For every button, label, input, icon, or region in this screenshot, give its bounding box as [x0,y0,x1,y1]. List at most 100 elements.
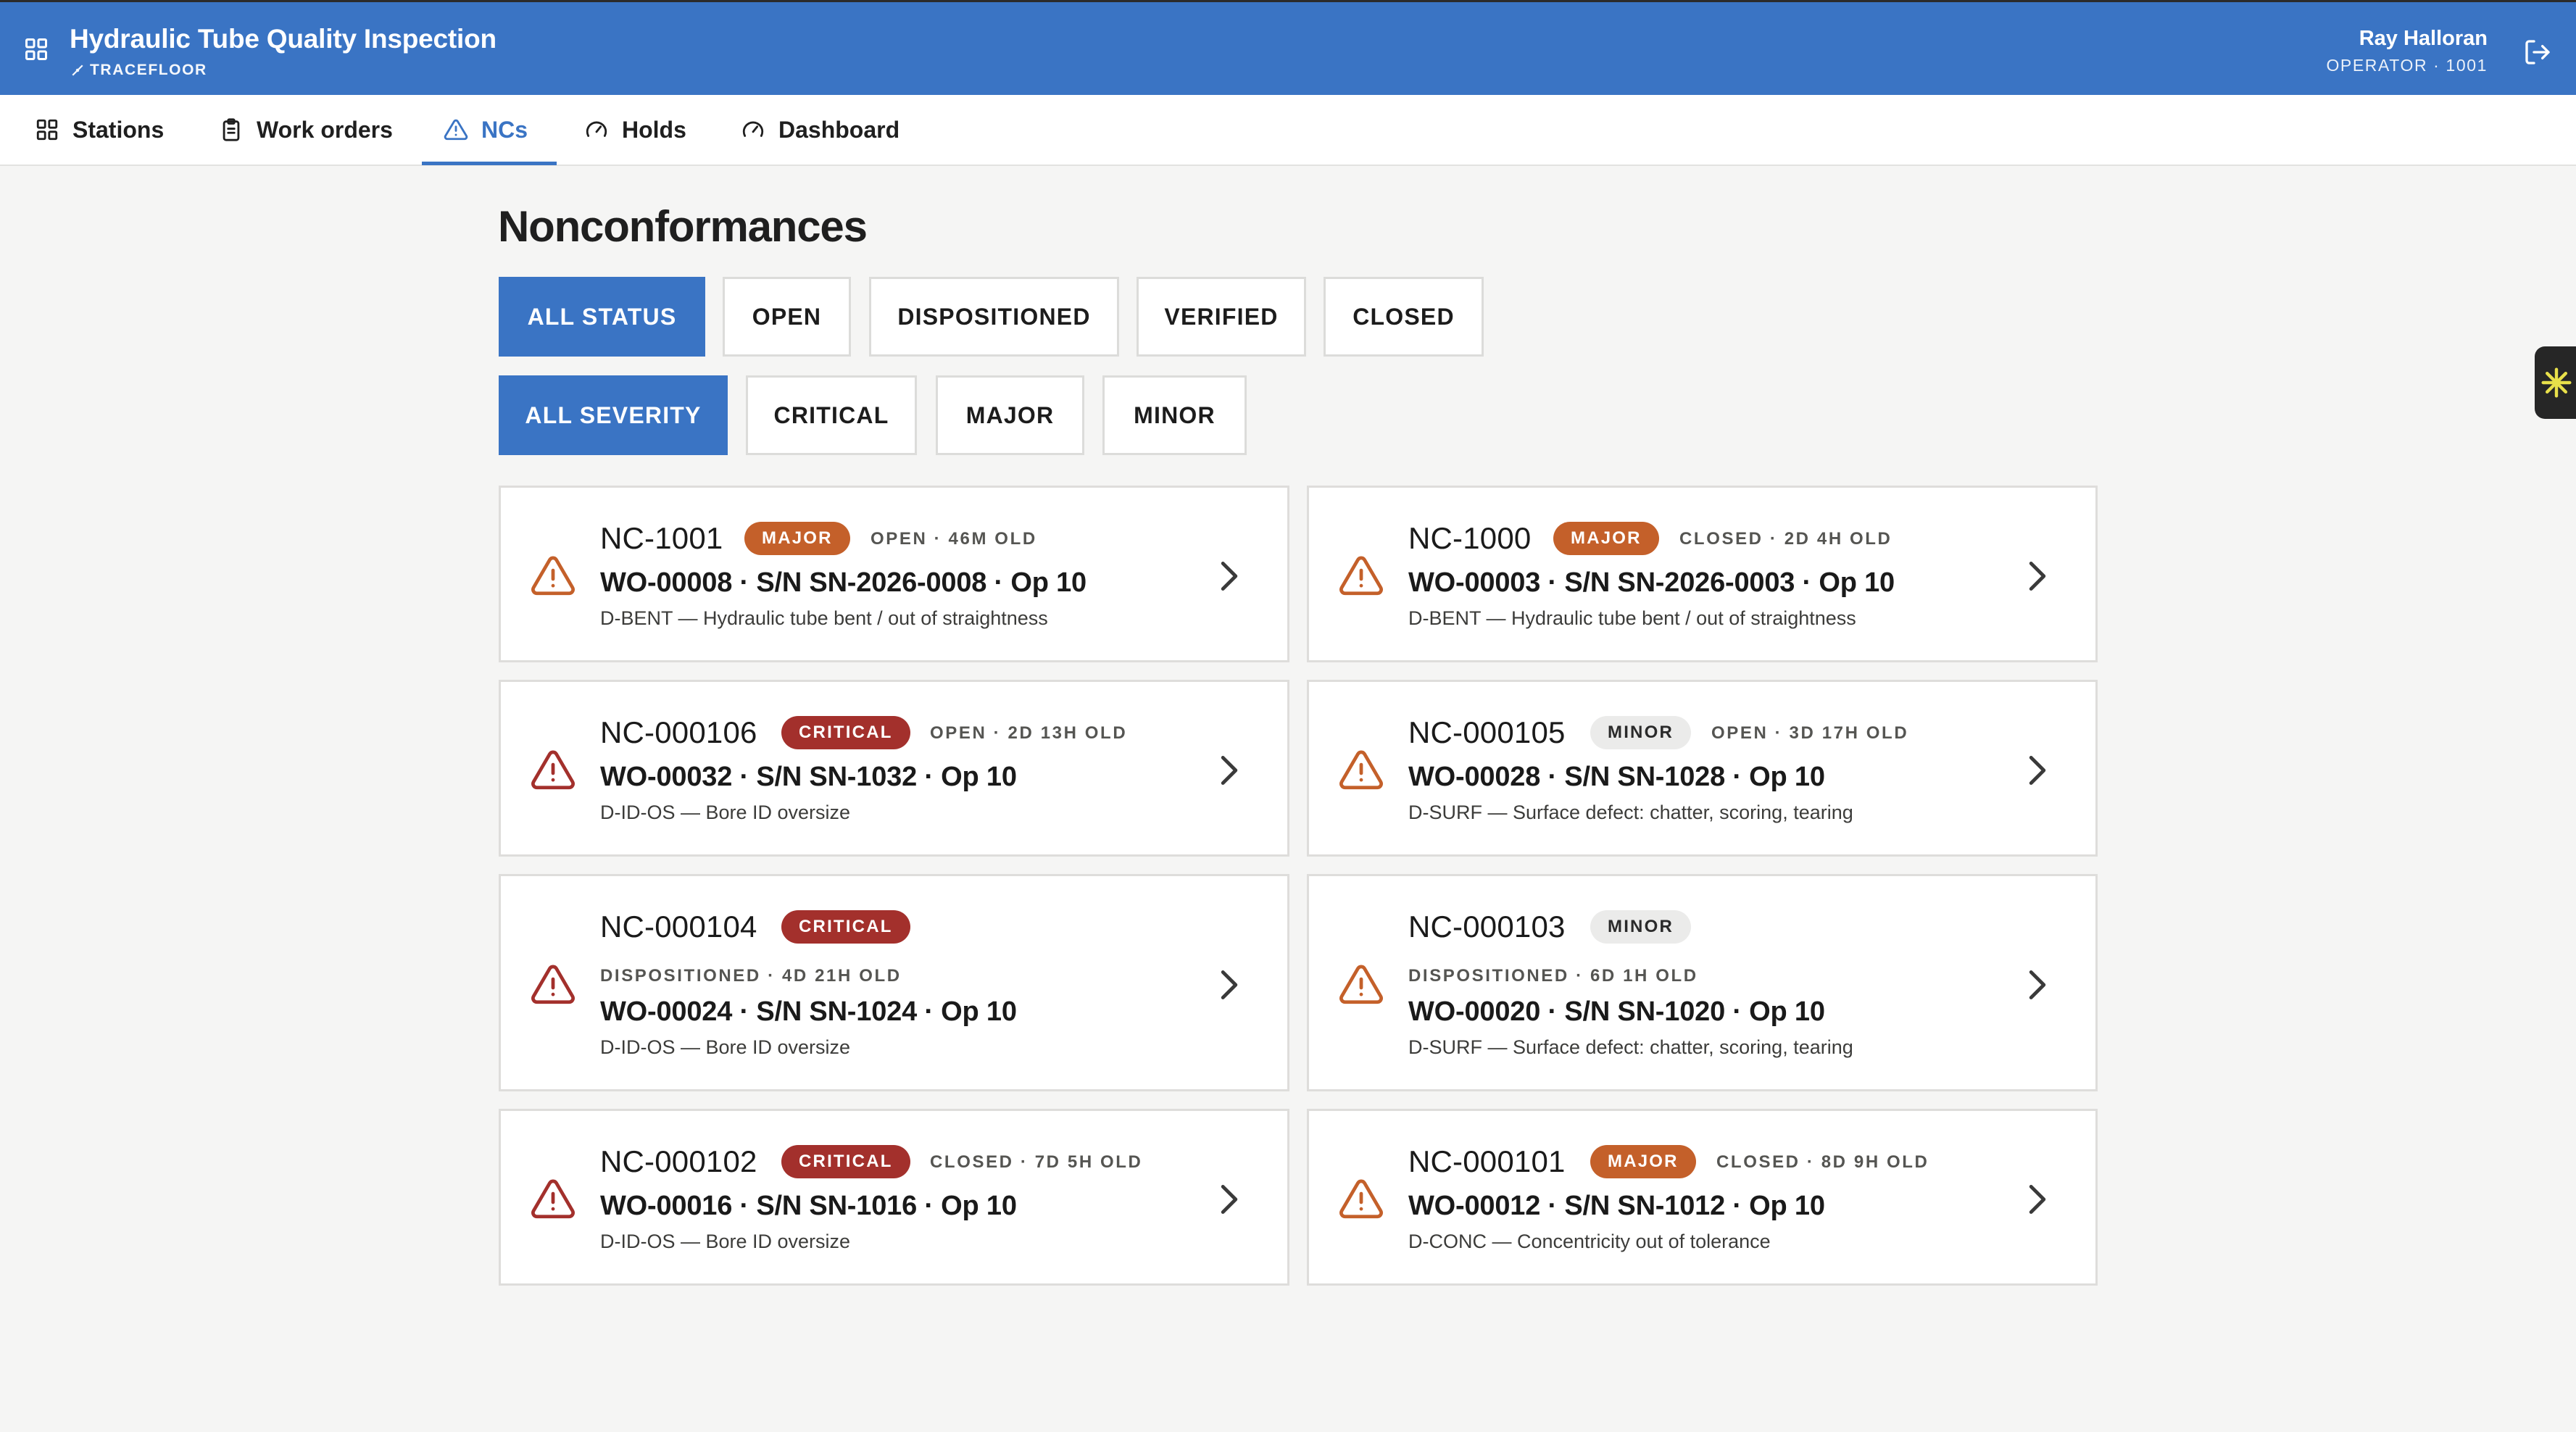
nc-defect: D-CONC — Concentricity out of tolerance [1408,1231,1771,1252]
gauge-icon [742,121,764,137]
apps-grid-icon[interactable] [23,36,49,62]
warning-icon [531,965,575,1004]
nc-id: NC-000106 [600,715,757,749]
severity-badge: MAJOR [1553,522,1659,555]
nc-status: CLOSED · 7D 5H OLD [930,1152,1143,1172]
app-header: Hydraulic Tube Quality Inspection TRACEF… [0,0,2576,95]
warning-icon [444,119,468,141]
chevron-right-icon [2029,561,2046,591]
nc-defect: D-ID-OS — Bore ID oversize [600,802,851,823]
filter-severity-major[interactable]: MAJOR [936,375,1084,455]
filter-severity-minor[interactable]: MINOR [1102,375,1247,455]
chevron-right-icon [1221,755,1238,786]
nc-card[interactable]: NC-000106 CRITICAL OPEN · 2D 13H OLD WO-… [499,680,1289,857]
severity-badge: CRITICAL [781,716,910,749]
warning-icon [1339,1179,1383,1219]
warning-icon [531,556,575,596]
gauge-icon [586,121,607,137]
nc-id: NC-000101 [1408,1144,1566,1178]
app-subtitle-text: TRACEFLOOR [90,62,207,78]
user-name: Ray Halloran [2359,27,2488,50]
tab-ncs[interactable]: NCs [444,95,528,165]
nc-work-order: WO-00008 · S/N SN-2026-0008 · Op 10 [600,567,1087,598]
tab-label: Dashboard [778,116,900,143]
nc-work-order: WO-00032 · S/N SN-1032 · Op 10 [600,762,1017,792]
tab-work-orders[interactable]: Work orders [219,95,393,165]
tab-label: Work orders [257,116,393,143]
nc-id: NC-1000 [1408,521,1532,555]
nc-defect: D-SURF — Surface defect: chatter, scorin… [1408,1036,1853,1058]
filter-status-verified[interactable]: VERIFIED [1137,277,1306,357]
nc-card[interactable]: NC-000105 MINOR OPEN · 3D 17H OLD WO-000… [1307,680,2098,857]
chevron-right-icon [1221,561,1238,591]
logout-icon[interactable] [2523,38,2552,67]
tab-dashboard[interactable]: Dashboard [741,95,899,165]
warning-icon [531,1179,575,1219]
user-role: OPERATOR · 1001 [2326,56,2488,75]
nc-work-order: WO-00016 · S/N SN-1016 · Op 10 [600,1191,1017,1221]
clipboard-icon [223,118,240,141]
nc-defect: D-BENT — Hydraulic tube bent / out of st… [1408,607,1856,629]
nc-status: CLOSED · 8D 9H OLD [1716,1152,1929,1172]
filter-severity-critical[interactable]: CRITICAL [746,375,917,455]
nc-card[interactable]: NC-1000 MAJOR CLOSED · 2D 4H OLD WO-0000… [1307,486,2098,662]
warning-icon [1339,556,1383,596]
nc-id: NC-000105 [1408,715,1566,749]
filter-status-closed[interactable]: CLOSED [1324,277,1484,357]
tab-stations[interactable]: Stations [35,95,164,165]
warning-icon [1339,750,1383,790]
severity-badge: CRITICAL [781,1145,910,1178]
severity-badge: MINOR [1590,716,1691,749]
nc-card[interactable]: NC-000103 MINOR DISPOSITIONED · 6D 1H OL… [1307,874,2098,1091]
nc-status: DISPOSITIONED · 6D 1H OLD [1408,966,1698,986]
nc-card[interactable]: NC-000102 CRITICAL CLOSED · 7D 5H OLD WO… [499,1109,1289,1286]
nc-id: NC-1001 [600,521,723,555]
sparkle-icon [2541,367,2572,398]
nc-card[interactable]: NC-000104 CRITICAL DISPOSITIONED · 4D 21… [499,874,1289,1091]
nav-tabs: Stations Work orders NCs Holds Dashboard [0,95,2576,166]
chevron-right-icon [1221,1184,1238,1215]
nc-status: OPEN · 46M OLD [871,529,1037,549]
app-title: Hydraulic Tube Quality Inspection [70,24,496,54]
severity-badge: MINOR [1590,910,1691,944]
tab-label: Holds [622,116,686,143]
severity-badge: CRITICAL [781,910,910,944]
grid-icon [36,119,58,141]
filter-status-open[interactable]: OPEN [723,277,851,357]
trace-icon [72,64,83,76]
app-subtitle: TRACEFLOOR [71,62,207,79]
warning-icon [531,750,575,790]
nc-work-order: WO-00012 · S/N SN-1012 · Op 10 [1408,1191,1825,1221]
filter-severity-all[interactable]: ALL SEVERITY [499,375,728,455]
nc-work-order: WO-00024 · S/N SN-1024 · Op 10 [600,996,1017,1027]
nc-work-order: WO-00003 · S/N SN-2026-0003 · Op 10 [1408,567,1895,598]
nc-defect: D-SURF — Surface defect: chatter, scorin… [1408,802,1853,823]
filter-status-dispositioned[interactable]: DISPOSITIONED [869,277,1119,357]
severity-badge: MAJOR [1590,1145,1696,1178]
assistant-widget-button[interactable] [2535,346,2576,419]
nc-defect: D-ID-OS — Bore ID oversize [600,1231,851,1252]
warning-icon [1339,965,1383,1004]
tab-label: Stations [72,116,165,143]
severity-badge: MAJOR [744,522,850,555]
nc-status: DISPOSITIONED · 4D 21H OLD [600,966,902,986]
nc-status: OPEN · 2D 13H OLD [930,723,1128,743]
nc-status: CLOSED · 2D 4H OLD [1679,529,1892,549]
chevron-right-icon [2029,970,2046,1000]
chevron-right-icon [2029,755,2046,786]
chevron-right-icon [1221,970,1238,1000]
chevron-right-icon [2029,1184,2046,1215]
tab-holds[interactable]: Holds [584,95,686,165]
nc-work-order: WO-00020 · S/N SN-1020 · Op 10 [1408,996,1825,1027]
nc-card[interactable]: NC-000101 MAJOR CLOSED · 8D 9H OLD WO-00… [1307,1109,2098,1286]
nc-work-order: WO-00028 · S/N SN-1028 · Op 10 [1408,762,1825,792]
nc-card[interactable]: NC-1001 MAJOR OPEN · 46M OLD WO-00008 · … [499,486,1289,662]
nc-id: NC-000104 [600,909,757,944]
tab-label: NCs [481,116,528,143]
nc-status: OPEN · 3D 17H OLD [1711,723,1909,743]
nc-id: NC-000103 [1408,909,1566,944]
nc-defect: D-ID-OS — Bore ID oversize [600,1036,851,1058]
filter-status-all[interactable]: ALL STATUS [499,277,705,357]
active-tab-indicator [422,162,557,165]
nc-defect: D-BENT — Hydraulic tube bent / out of st… [600,607,1048,629]
